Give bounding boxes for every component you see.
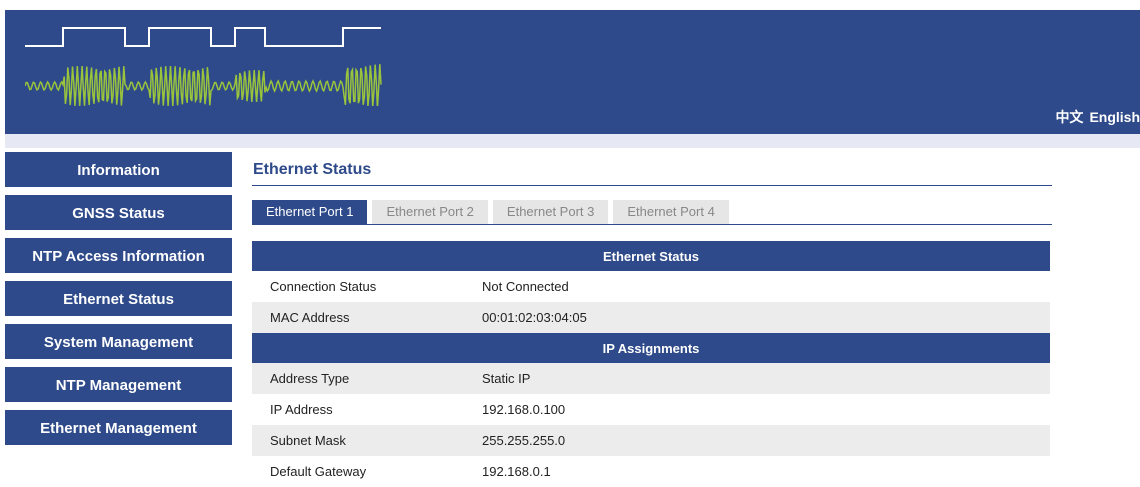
header-subbar <box>5 134 1140 148</box>
connection-status-value: Not Connected <box>482 279 569 294</box>
sidebar-item-system-management[interactable]: System Management <box>5 324 232 359</box>
mac-address-value: 00:01:02:03:04:05 <box>482 302 1050 333</box>
table-row: Default Gateway 192.168.0.1 <box>252 456 1050 487</box>
tab-ethernet-port-2[interactable]: Ethernet Port 2 <box>372 200 488 224</box>
ip-address-label: IP Address <box>270 402 333 417</box>
address-type-label: Address Type <box>252 363 482 394</box>
default-gateway-label: Default Gateway <box>270 464 367 479</box>
table-row: IP Address 192.168.0.100 <box>252 394 1050 425</box>
table-row: MAC Address 00:01:02:03:04:05 <box>252 302 1050 333</box>
signal-waveform-logo <box>25 27 382 106</box>
tab-ethernet-port-3[interactable]: Ethernet Port 3 <box>492 200 609 224</box>
subnet-mask-label: Subnet Mask <box>252 425 482 456</box>
tab-ethernet-port-1[interactable]: Ethernet Port 1 <box>252 200 368 224</box>
sidebar-item-ntp-access-information[interactable]: NTP Access Information <box>5 238 232 273</box>
sidebar-item-information[interactable]: Information <box>5 152 232 187</box>
language-switcher: 中文 English <box>1055 107 1140 127</box>
subnet-mask-value: 255.255.255.0 <box>482 425 1050 456</box>
table-row: Connection Status Not Connected <box>252 271 1050 302</box>
sidebar-item-ethernet-status[interactable]: Ethernet Status <box>5 281 232 316</box>
port-tabs: Ethernet Port 1 Ethernet Port 2 Ethernet… <box>252 200 1052 225</box>
page-title: Ethernet Status <box>252 152 1052 186</box>
header-banner: 中文 English <box>5 10 1140 134</box>
default-gateway-value: 192.168.0.1 <box>482 464 551 479</box>
sidebar-nav: Information GNSS Status NTP Access Infor… <box>5 152 232 453</box>
ip-assignments-heading: IP Assignments <box>252 333 1050 363</box>
sidebar-item-ethernet-management[interactable]: Ethernet Management <box>5 410 232 445</box>
language-english-link[interactable]: English <box>1089 109 1140 125</box>
address-type-value: Static IP <box>482 363 1050 394</box>
section-header-row: Ethernet Status <box>252 241 1050 271</box>
connection-status-label: Connection Status <box>270 279 377 294</box>
section-header-row: IP Assignments <box>252 333 1050 363</box>
table-row: Subnet Mask 255.255.255.0 <box>252 425 1050 456</box>
tab-ethernet-port-4[interactable]: Ethernet Port 4 <box>613 200 729 224</box>
mac-address-label: MAC Address <box>252 302 482 333</box>
sidebar-item-ntp-management[interactable]: NTP Management <box>5 367 232 402</box>
main-content: Ethernet Status Ethernet Port 1 Ethernet… <box>252 152 1052 487</box>
language-chinese-link[interactable]: 中文 <box>1055 109 1083 125</box>
status-table: Ethernet Status Connection Status Not Co… <box>252 241 1050 487</box>
sidebar-item-gnss-status[interactable]: GNSS Status <box>5 195 232 230</box>
ip-address-value: 192.168.0.100 <box>482 402 566 417</box>
table-row: Address Type Static IP <box>252 363 1050 394</box>
ethernet-status-heading: Ethernet Status <box>252 241 1050 271</box>
